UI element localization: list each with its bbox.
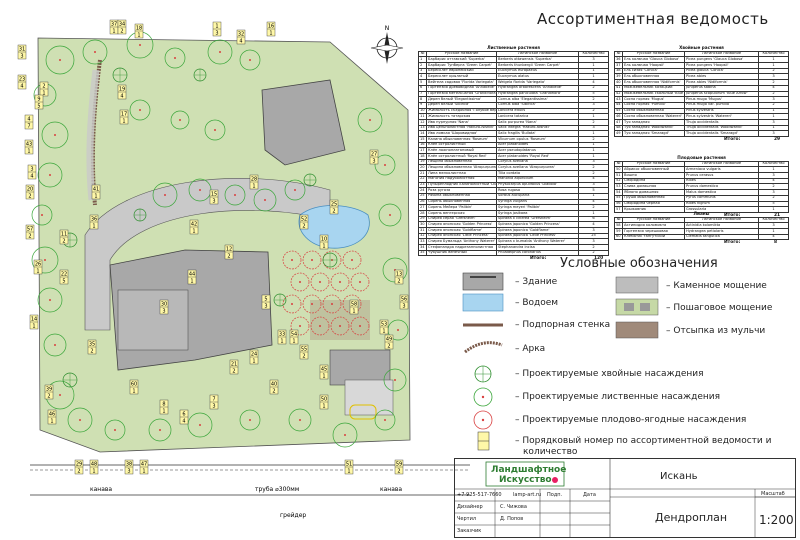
legend-stone-swatch xyxy=(615,276,659,294)
phone: +7-925-517-7660 xyxy=(457,492,502,498)
legend-step-label: – Пошаговое мощение xyxy=(666,303,773,313)
drafter-role: Чертил xyxy=(457,516,477,522)
website: lamp-art.ru xyxy=(513,492,542,498)
col-sign-header: Подп. xyxy=(547,492,563,498)
legend-fruit-label: – Проектируемые плодово-ягодные насажден… xyxy=(515,415,747,425)
legend-deciduous-label: – Проектируемые лиственные насаждения xyxy=(515,392,721,402)
legend-mulch-label: – Отсыпка из мульчи xyxy=(666,326,766,336)
legend-arch-swatch xyxy=(464,341,503,354)
designer-name: С. Чижова xyxy=(500,504,527,510)
col-date-header: Дата xyxy=(583,492,596,498)
legend-number-label: – Порядковый номер по ассортиментной вед… xyxy=(515,436,772,446)
title-block: Ландшафтное Искусство +7-925-517-7660 la… xyxy=(454,458,796,538)
legend-wall-label: – Подпорная стенка xyxy=(515,320,611,330)
legend-mulch-swatch xyxy=(615,321,659,339)
logo-dot-icon xyxy=(552,477,558,483)
sheet-title: Дендроплан xyxy=(655,511,728,524)
legend-pond-label: – Водоем xyxy=(515,298,559,308)
legend-building-swatch xyxy=(462,272,504,291)
legend-stone-label: – Каменное мощение xyxy=(666,281,767,291)
legend-building-label: – Здание xyxy=(515,277,558,287)
logo-line-2: Искусство xyxy=(499,475,552,485)
project-name: Искань xyxy=(660,471,698,482)
scale-value: 1:200 xyxy=(759,513,794,527)
designer-role: Дизайнер xyxy=(457,504,483,510)
legend-arch-label: – Арка xyxy=(515,344,546,354)
logo-line-1: Ландшафтное xyxy=(491,465,567,475)
scale-label: Масштаб xyxy=(761,491,785,497)
legend-conifer-label: – Проектируемые хвойные насаждения xyxy=(515,369,704,379)
legend-step-swatch xyxy=(615,298,659,316)
legend-pond-swatch xyxy=(462,293,504,312)
client-role: Заказчик xyxy=(457,528,482,534)
drafter-name: Д. Попов xyxy=(500,516,524,522)
legend-number-label-2: количество xyxy=(523,447,578,457)
